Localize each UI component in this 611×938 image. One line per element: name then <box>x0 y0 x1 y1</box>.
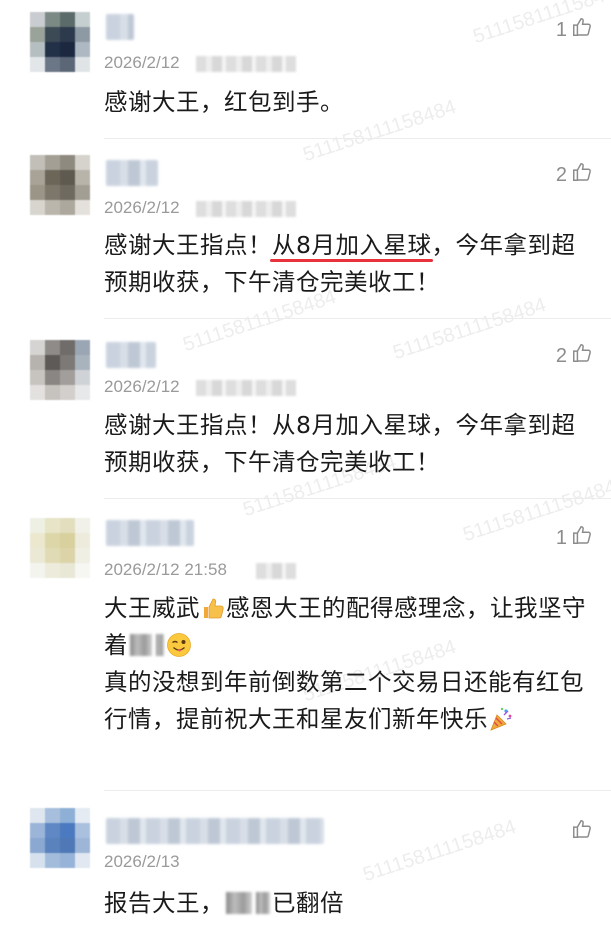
like-button[interactable]: 1 <box>556 16 593 44</box>
username-redacted[interactable] <box>106 520 194 546</box>
watermark: 511158111158484 <box>360 815 519 887</box>
timestamp-redacted <box>256 563 296 579</box>
like-button[interactable]: 2 <box>556 161 593 189</box>
comment-timestamp: 2026/2/12 21:58 <box>104 560 227 579</box>
divider <box>104 790 611 791</box>
party-popper-icon <box>488 706 514 732</box>
comment-timestamp: 2026/2/12 <box>104 53 180 72</box>
timestamp-redacted <box>196 380 296 396</box>
stock-name-redacted <box>156 634 164 656</box>
comment-timestamp: 2026/2/13 <box>104 852 180 871</box>
like-count: 1 <box>555 18 567 41</box>
avatar[interactable] <box>30 808 90 868</box>
comment-timestamp: 2026/2/12 <box>104 198 180 217</box>
comment-text-part: 已翻倍 <box>272 889 344 917</box>
like-button[interactable]: 1 <box>556 524 593 552</box>
watermark: 511158111158484 <box>390 293 549 365</box>
comment-text: 大王威武 感恩大王的配得感理念，让我坚守着 真的没想到年前倒数第二个交易日还能有… <box>104 590 599 738</box>
thumbs-up-outline-icon <box>571 524 593 552</box>
avatar[interactable] <box>30 12 90 72</box>
like-button[interactable] <box>567 818 593 846</box>
comment-text: 感谢大王指点！从8月加入星球，今年拿到超预期收获，下午清仓完美收工！ <box>104 411 576 476</box>
comment-text-part: 大王威武 <box>104 594 200 622</box>
thumbs-up-icon <box>200 595 226 621</box>
avatar[interactable] <box>30 518 90 578</box>
stock-name-redacted <box>130 634 152 656</box>
username-redacted[interactable] <box>106 14 134 40</box>
thumbs-up-outline-icon <box>571 16 593 44</box>
like-count: 2 <box>555 344 567 367</box>
timestamp-redacted <box>196 56 296 72</box>
avatar[interactable] <box>30 155 90 215</box>
like-count: 2 <box>555 163 567 186</box>
thumbs-up-outline-icon <box>571 818 593 846</box>
username-redacted[interactable] <box>106 818 324 844</box>
stock-name-redacted <box>256 892 270 914</box>
comment-timestamp: 2026/2/12 <box>104 377 180 396</box>
comment-text-part: 感谢大王指点！ <box>104 231 272 259</box>
wink-tongue-icon <box>166 632 192 658</box>
username-redacted[interactable] <box>106 160 158 186</box>
stock-name-redacted <box>226 892 252 914</box>
divider <box>104 318 611 319</box>
thumbs-up-outline-icon <box>571 342 593 370</box>
like-button[interactable]: 2 <box>556 342 593 370</box>
divider <box>104 498 611 499</box>
timestamp-redacted <box>196 201 296 217</box>
underlined-highlight: 从8月加入星球 <box>269 227 434 264</box>
username-redacted[interactable] <box>106 342 156 368</box>
comment-text: 感谢大王，红包到手。 <box>104 88 344 116</box>
avatar[interactable] <box>30 340 90 400</box>
thumbs-up-outline-icon <box>571 161 593 189</box>
comment-text-part: 报告大王， <box>104 889 224 917</box>
divider <box>104 138 611 139</box>
comment-text: 感谢大王指点！从8月加入星球，今年拿到超预期收获，下午清仓完美收工！ <box>104 227 599 301</box>
like-count: 1 <box>555 526 567 549</box>
comment-text: 报告大王， 已翻倍 <box>104 885 599 922</box>
